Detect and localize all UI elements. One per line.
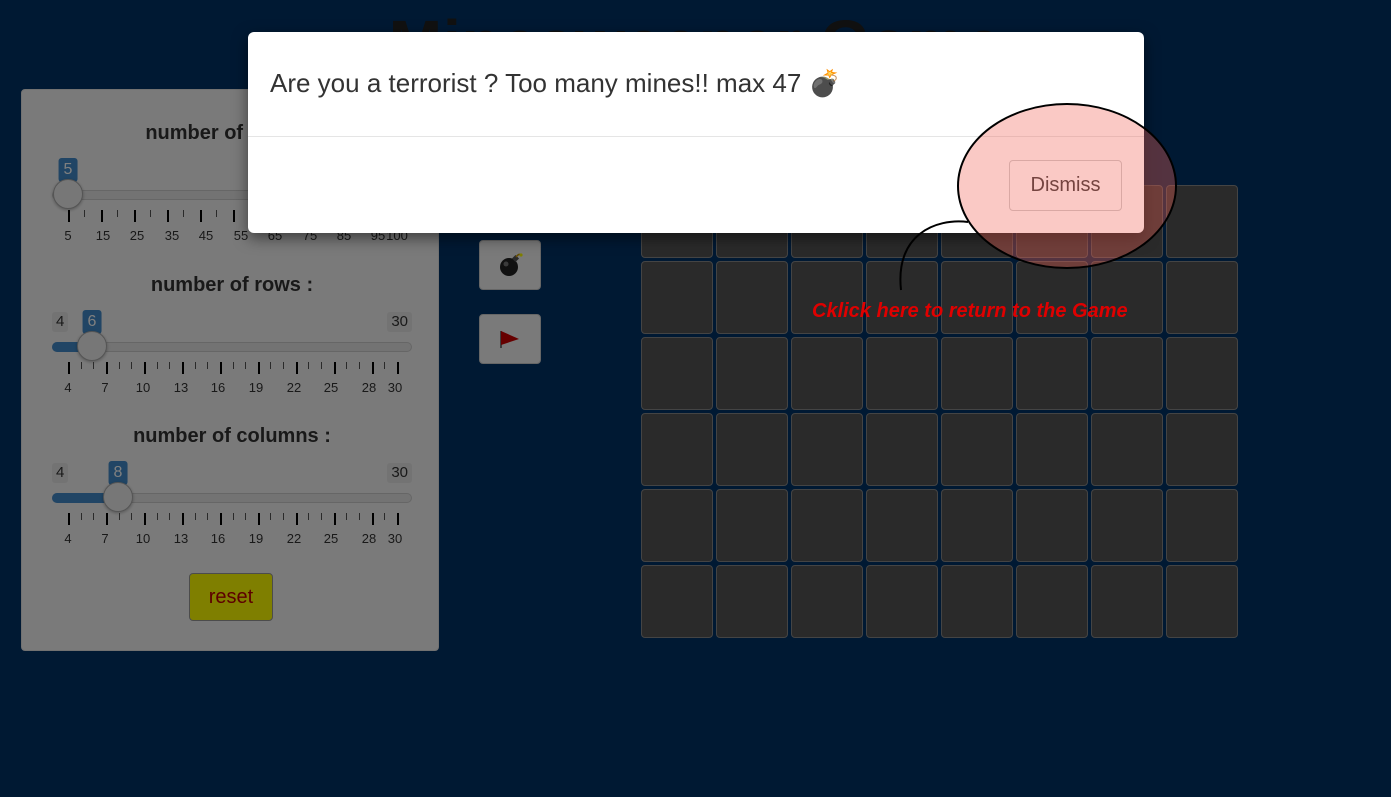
callout-line (899, 220, 969, 291)
callout-text: Cklick here to return to the Game (812, 300, 1128, 322)
